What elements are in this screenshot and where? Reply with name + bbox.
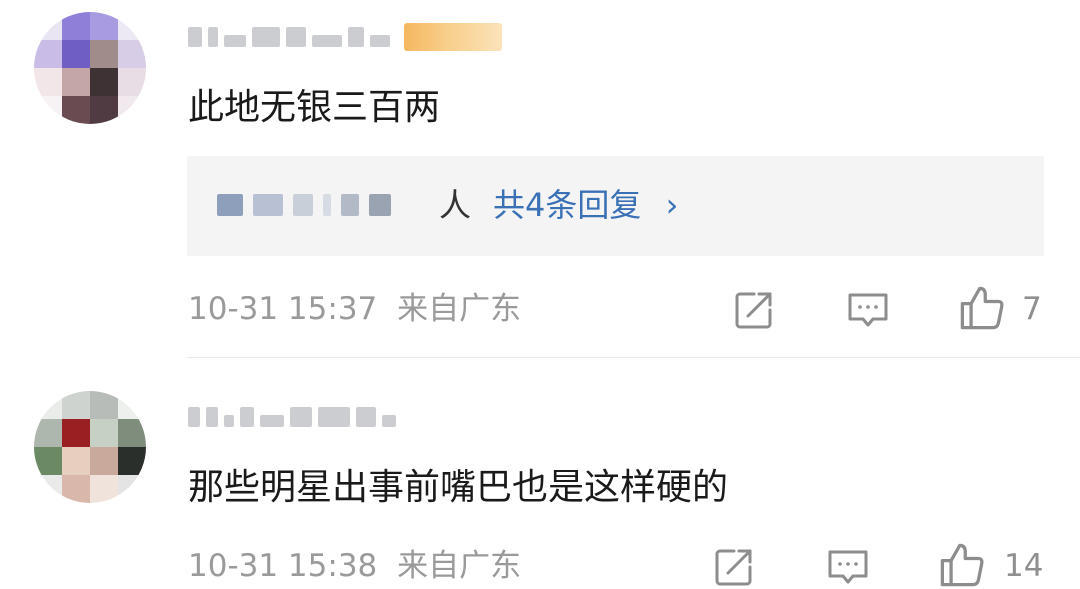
username[interactable] <box>188 22 502 52</box>
comment-item: 此地无银三百两 人共4条回复 › 10-31 15:37 来自广东 7 <box>0 0 1080 358</box>
reply-usernames <box>217 194 391 216</box>
reply-count-link[interactable]: 共4条回复 <box>493 186 641 224</box>
like-count: 7 <box>1022 291 1042 327</box>
share-icon[interactable] <box>712 545 756 589</box>
comment-text: 那些明星出事前嘴巴也是这样硬的 <box>188 467 729 508</box>
timestamp: 10-31 15:38 <box>188 548 378 584</box>
share-icon[interactable] <box>732 288 776 332</box>
comment-meta: 10-31 15:37 来自广东 <box>188 291 521 327</box>
username[interactable] <box>188 402 396 432</box>
location: 来自广东 <box>397 291 522 327</box>
like-count: 14 <box>1004 548 1044 584</box>
comment-meta: 10-31 15:38 来自广东 <box>188 548 521 584</box>
like-icon[interactable] <box>938 541 986 589</box>
avatar[interactable] <box>34 12 146 124</box>
reply-summary[interactable]: 人共4条回复 › <box>187 156 1044 256</box>
timestamp: 10-31 15:37 <box>188 291 378 327</box>
reply-names-tail: 人 <box>439 186 472 224</box>
like-icon[interactable] <box>958 284 1006 332</box>
comment-item: 那些明星出事前嘴巴也是这样硬的 10-31 15:38 来自广东 14 <box>0 358 1080 587</box>
comment-icon[interactable] <box>826 545 870 589</box>
avatar[interactable] <box>34 391 146 503</box>
comment-text: 此地无银三百两 <box>188 87 441 128</box>
comment-icon[interactable] <box>846 288 890 332</box>
location: 来自广东 <box>397 548 522 584</box>
vip-badge <box>404 23 502 51</box>
chevron-right-icon: › <box>665 186 679 224</box>
reply-info: 人共4条回复 › <box>439 186 678 224</box>
